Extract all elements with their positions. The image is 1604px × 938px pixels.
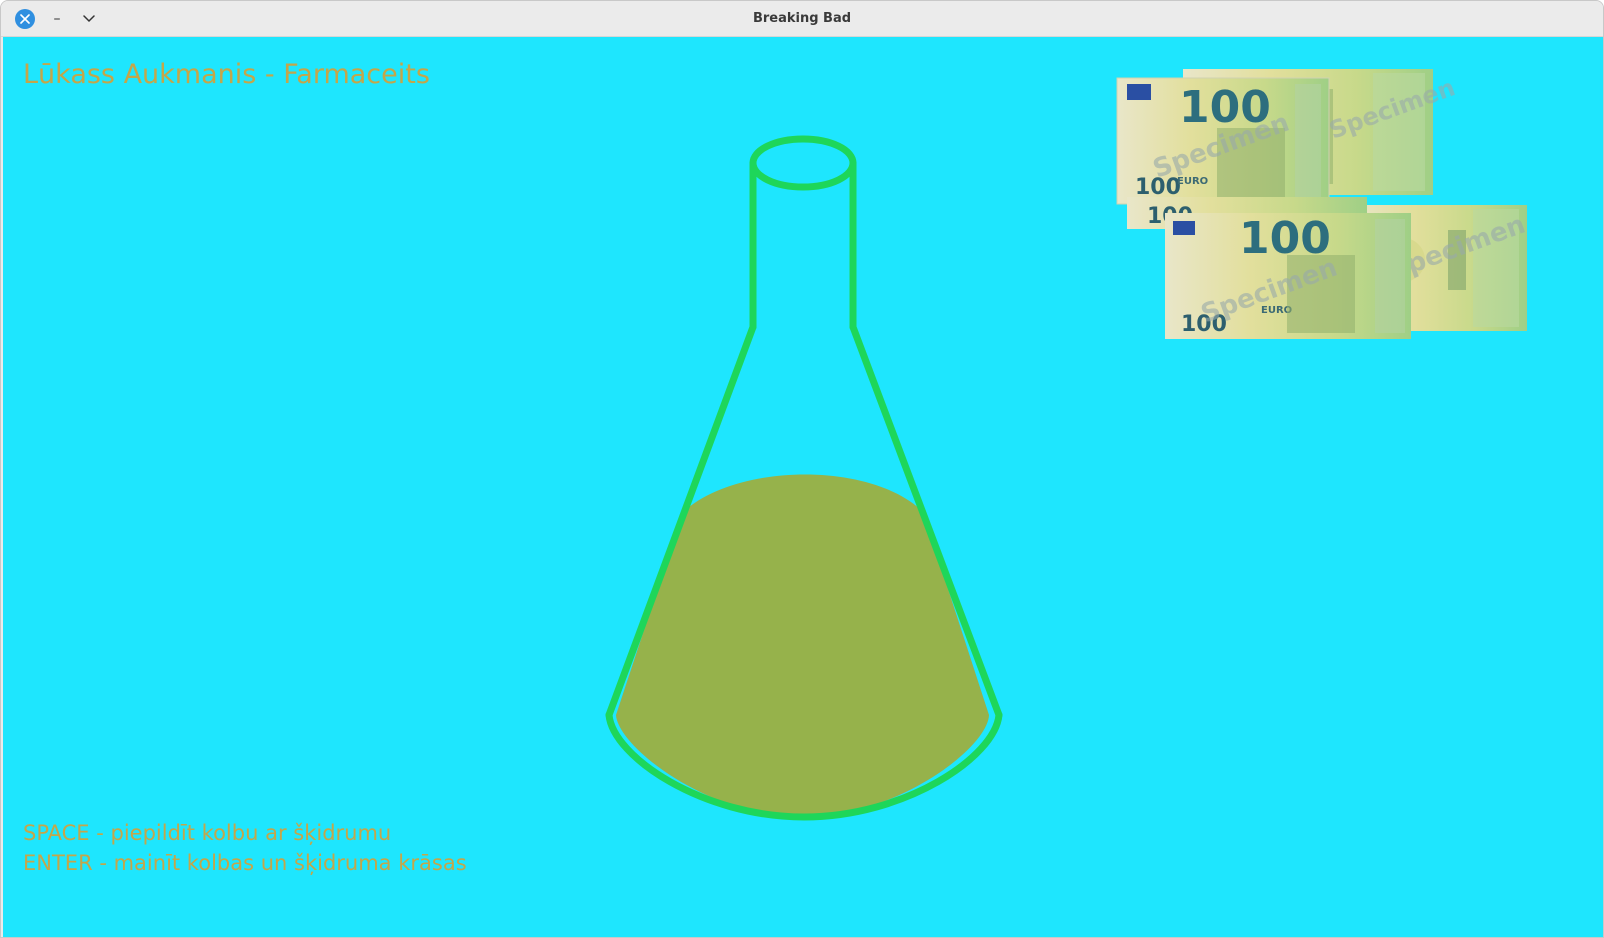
money-pile: Specimen Specimen 100 100 EURO Specimen <box>1116 69 1529 339</box>
banknote-currency: EURO <box>1177 176 1208 187</box>
banknote: 100 100 EURO Specimen <box>1165 213 1411 339</box>
app-window: – Breaking Bad Lūkass Aukmanis - Farmace… <box>0 0 1604 938</box>
instruction-space: SPACE - piepildīt kolbu ar šķidrumu <box>23 821 392 845</box>
eu-flag-icon <box>1173 221 1195 235</box>
instruction-enter: ENTER - mainīt kolbas un šķidruma krāsas <box>23 851 467 875</box>
game-canvas[interactable]: Lūkass Aukmanis - Farmaceits Specimen Sp… <box>3 37 1603 937</box>
banknote: 100 100 EURO Specimen <box>1116 77 1330 205</box>
eu-flag-icon <box>1127 84 1151 100</box>
window-title: Breaking Bad <box>752 11 852 26</box>
title-bar[interactable]: – Breaking Bad <box>1 1 1603 37</box>
